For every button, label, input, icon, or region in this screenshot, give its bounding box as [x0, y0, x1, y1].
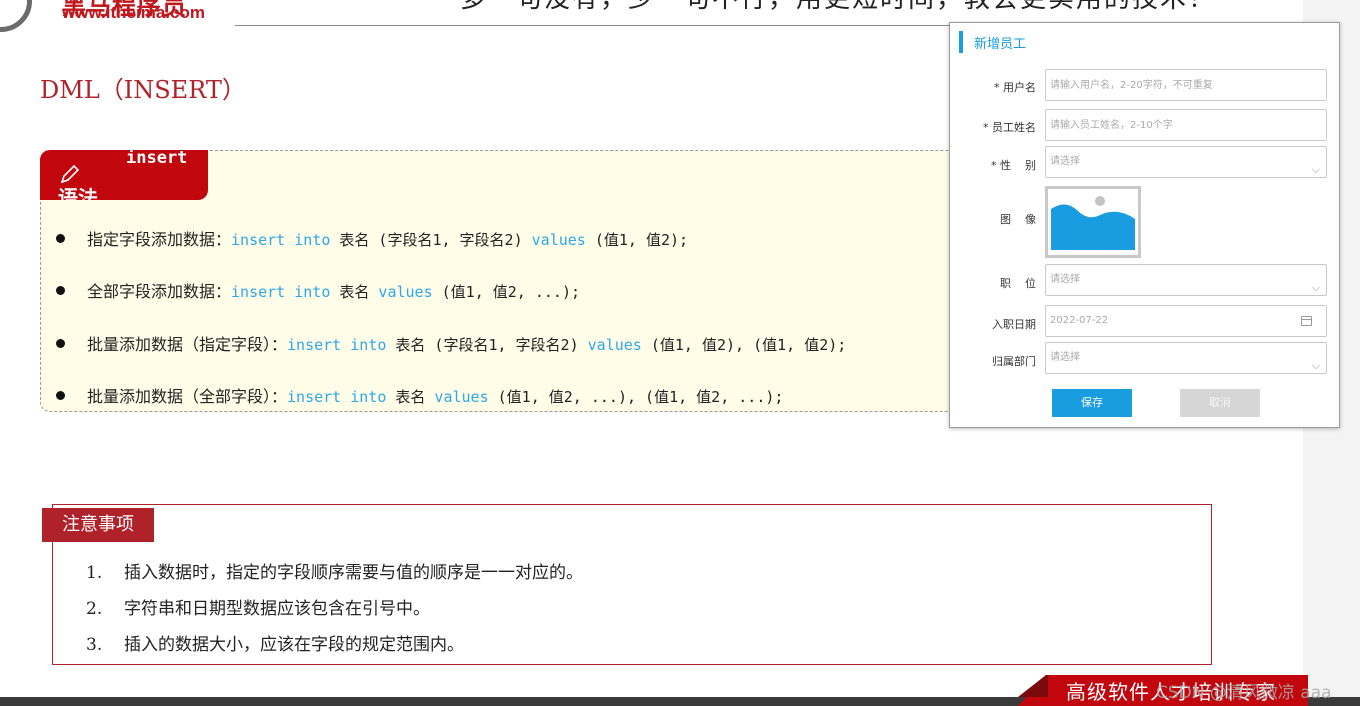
gender-label: * 性 别	[991, 159, 1036, 172]
sql-text: (值1, 值2), (值1, 值2);	[641, 336, 847, 354]
entry-date-value: 2022-07-22	[1050, 315, 1109, 326]
department-label: 归属部门	[992, 355, 1036, 368]
note-number: 2.	[86, 599, 103, 619]
syntax-tab-label: 语法	[58, 186, 98, 200]
syntax-item-label: 批量添加数据（全部字段）：	[87, 387, 288, 406]
gender-select[interactable]: 请选择 ⌵	[1045, 146, 1327, 178]
sql-keyword: values	[587, 336, 642, 354]
note-number: 1.	[86, 563, 103, 583]
entry-date-label: 入职日期	[992, 318, 1036, 331]
name-input[interactable]	[1045, 109, 1327, 141]
bullet-icon	[56, 391, 65, 400]
bullet-icon	[56, 286, 65, 295]
image-placeholder-icon	[1051, 196, 1135, 250]
syntax-item-label: 全部字段添加数据：	[87, 282, 232, 301]
syntax-item: 批量添加数据（全部字段）：insert into 表名 values (值1, …	[56, 383, 783, 407]
syntax-item-label: 指定字段添加数据：	[87, 230, 232, 249]
sql-keyword: insert into	[231, 231, 331, 249]
username-input[interactable]	[1045, 69, 1327, 101]
note-text: 字符串和日期型数据应该包含在引号中。	[124, 599, 430, 619]
page-title: DML（INSERT）	[40, 76, 246, 104]
logo-icon	[0, 0, 32, 32]
sql-keyword: insert into	[287, 388, 387, 406]
syntax-item: 全部字段添加数据：insert into 表名 values (值1, 值2, …	[56, 278, 580, 302]
note-text: 插入的数据大小，应该在字段的规定范围内。	[124, 635, 464, 655]
dialog-title: 新增员工	[974, 37, 1027, 52]
title-accent	[959, 31, 963, 53]
gender-select-value: 请选择	[1050, 156, 1080, 167]
syntax-item-code: insert into 表名 values (值1, 值2, ...), (值1…	[287, 388, 783, 406]
calendar-icon	[1301, 316, 1312, 326]
sql-text: (值1, 值2, ...), (值1, 值2, ...);	[488, 388, 784, 406]
save-button[interactable]: 保存	[1052, 389, 1132, 417]
syntax-item-code: insert into 表名 (字段名1, 字段名2) values (值1, …	[231, 231, 688, 249]
note-number: 3.	[86, 635, 103, 655]
slogan: 多一句没有，少一句不行，用更短时间，教会更实用的技术！	[460, 0, 1216, 15]
note-item: 3. 插入的数据大小，应该在字段的规定范围内。	[86, 630, 464, 655]
image-upload[interactable]	[1045, 186, 1141, 258]
add-employee-dialog: 新增员工 * 用户名 * 员工姓名 * 性 别 请选择 ⌵ 图 像 职 位 请选…	[949, 22, 1340, 428]
sql-keyword: insert into	[231, 283, 331, 301]
position-select[interactable]: 请选择 ⌵	[1045, 264, 1327, 296]
chevron-down-icon: ⌵	[1311, 281, 1320, 294]
name-label: * 员工姓名	[983, 121, 1036, 134]
footer-banner-shadow	[1018, 675, 1048, 697]
syntax-tab-keyword: insert	[126, 150, 188, 168]
position-select-value: 请选择	[1050, 274, 1080, 285]
syntax-item-label: 批量添加数据（指定字段）：	[87, 335, 288, 354]
sql-text: 表名 (字段名1, 字段名2)	[330, 231, 532, 249]
sql-keyword: values	[531, 231, 586, 249]
cancel-button[interactable]: 取消	[1180, 389, 1260, 417]
chevron-down-icon: ⌵	[1311, 359, 1320, 372]
sql-keyword: values	[434, 388, 489, 406]
entry-date-picker[interactable]: 2022-07-22	[1045, 305, 1327, 337]
watermark: CSDN @清风微凉 aaa	[1156, 683, 1332, 703]
sql-text: (值1, 值2);	[585, 231, 689, 249]
sql-text: 表名	[386, 388, 435, 406]
image-label: 图 像	[1000, 213, 1036, 226]
note-text: 插入数据时，指定的字段顺序需要与值的顺序是一一对应的。	[124, 563, 583, 583]
syntax-tab: insert 语法	[40, 150, 208, 200]
department-select[interactable]: 请选择 ⌵	[1045, 342, 1327, 374]
syntax-item-code: insert into 表名 (字段名1, 字段名2) values (值1, …	[287, 336, 846, 354]
sql-text: 表名	[330, 283, 379, 301]
sql-keyword: values	[378, 283, 433, 301]
notes-title: 注意事项	[42, 508, 154, 542]
syntax-item: 指定字段添加数据：insert into 表名 (字段名1, 字段名2) val…	[56, 226, 688, 250]
bullet-icon	[56, 339, 65, 348]
bullet-icon	[56, 234, 65, 243]
note-item: 1. 插入数据时，指定的字段顺序需要与值的顺序是一一对应的。	[86, 558, 583, 583]
username-label: * 用户名	[994, 81, 1036, 94]
note-item: 2. 字符串和日期型数据应该包含在引号中。	[86, 594, 430, 619]
syntax-item-code: insert into 表名 values (值1, 值2, ...);	[231, 283, 580, 301]
syntax-item: 批量添加数据（指定字段）：insert into 表名 (字段名1, 字段名2)…	[56, 331, 846, 355]
sql-text: 表名 (字段名1, 字段名2)	[386, 336, 588, 354]
position-label: 职 位	[1000, 277, 1036, 290]
logo-url: www.itheima.com	[62, 3, 205, 22]
sql-keyword: insert into	[287, 336, 387, 354]
chevron-down-icon: ⌵	[1311, 163, 1320, 176]
department-select-value: 请选择	[1050, 352, 1080, 363]
sql-text: (值1, 值2, ...);	[432, 283, 581, 301]
